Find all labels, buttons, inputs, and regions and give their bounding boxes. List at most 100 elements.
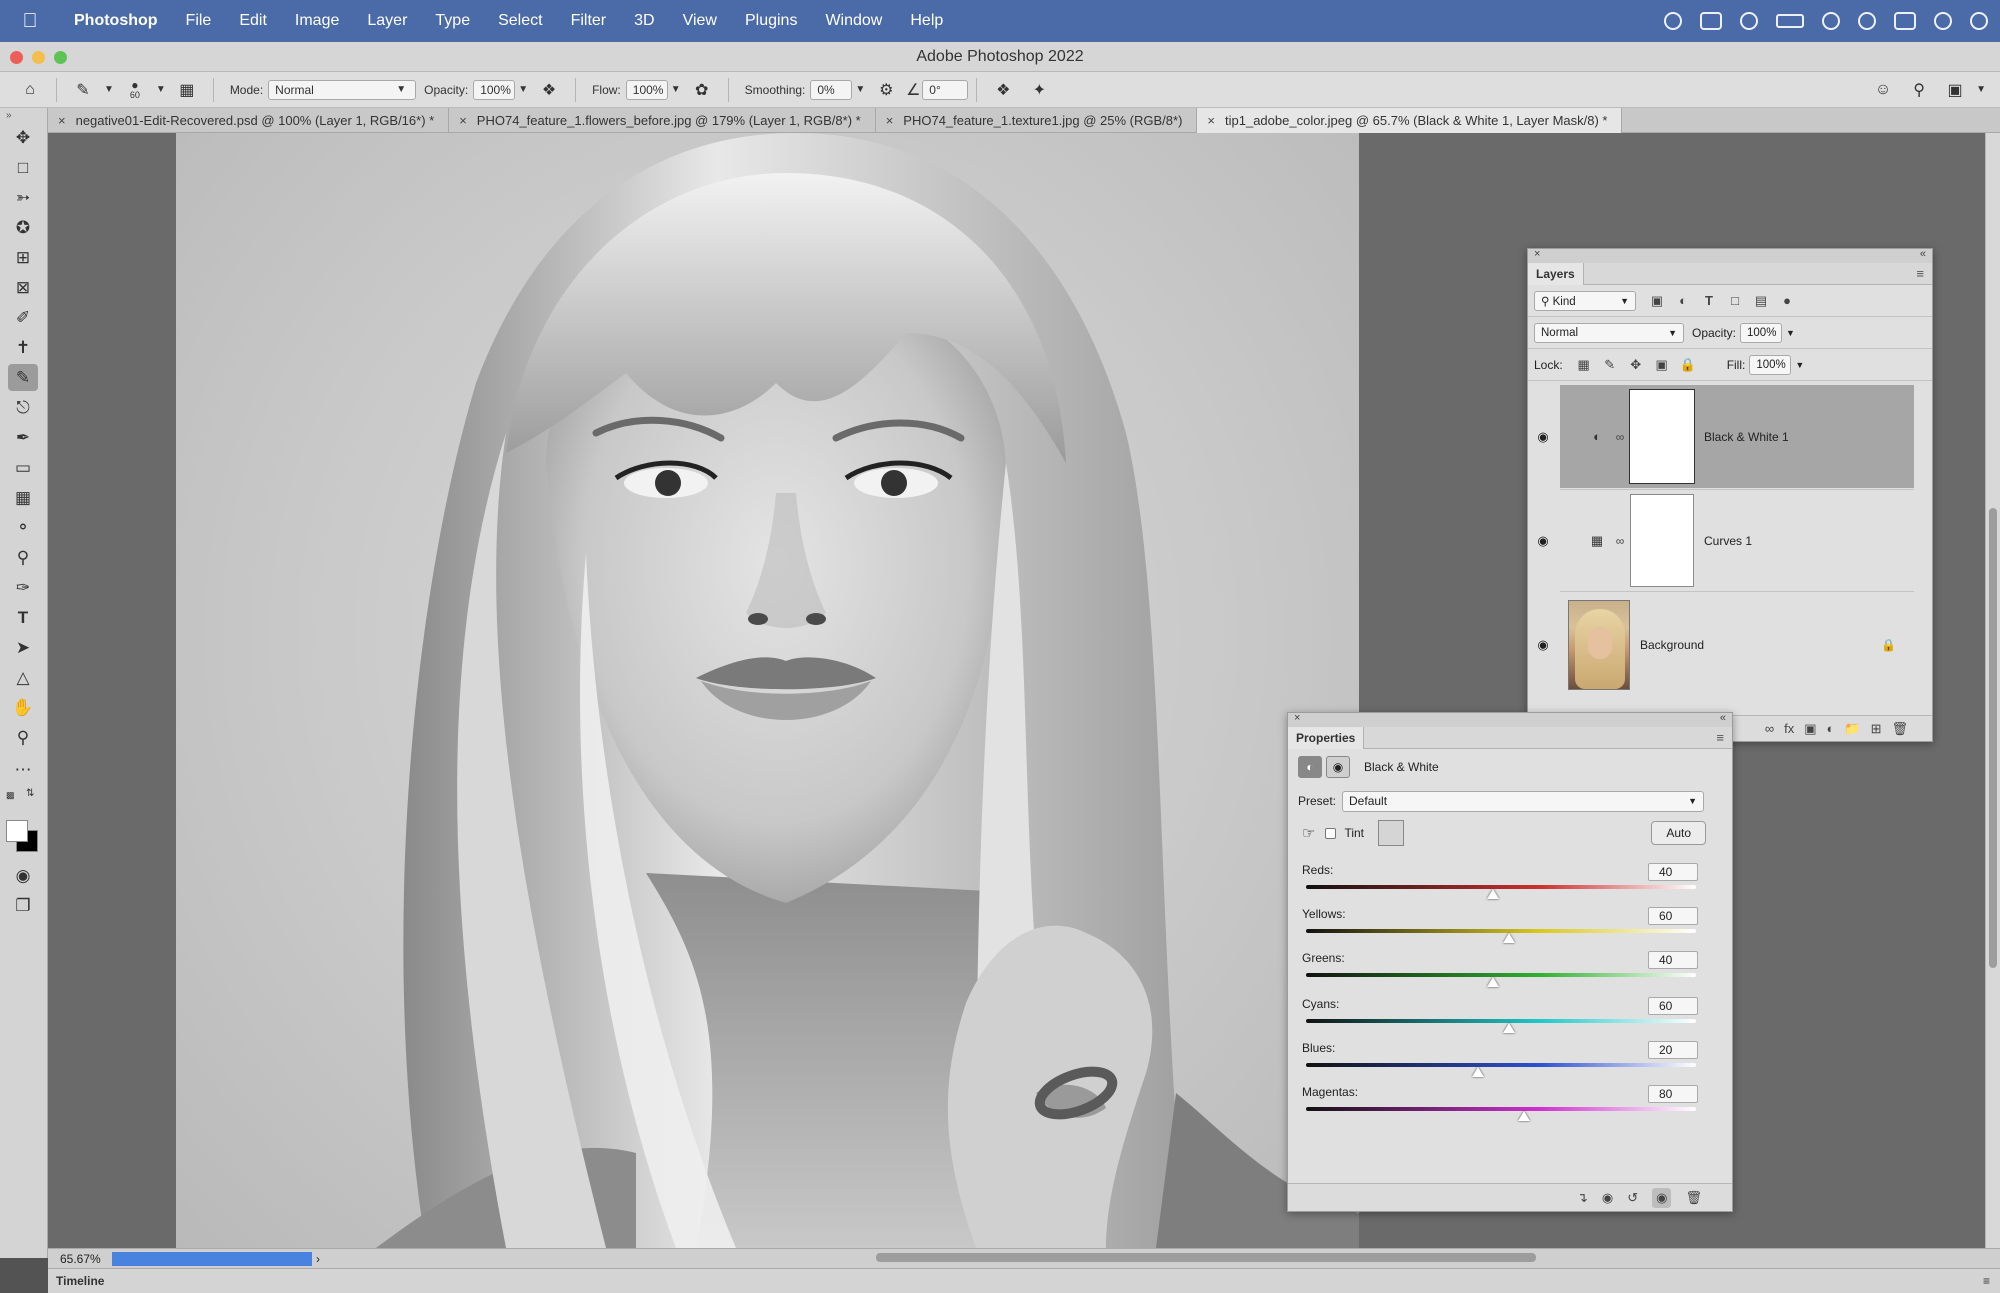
zoom-tool-icon[interactable]: ⚲ <box>8 724 38 751</box>
visibility-eye-icon[interactable]: ◉ <box>1652 1187 1672 1208</box>
slider-value-input[interactable]: 60 <box>1648 907 1698 925</box>
crop-tool-icon[interactable]: ⊞ <box>8 244 38 271</box>
chevron-down-icon[interactable]: ▼ <box>671 84 681 95</box>
collapse-toolbox-icon[interactable]: » <box>6 110 12 121</box>
clip-to-layer-icon[interactable]: ↴ <box>1577 1190 1588 1206</box>
add-mask-icon[interactable]: ▣ <box>1804 721 1816 737</box>
link-icon[interactable]: ∞ <box>1610 534 1630 548</box>
collapse-icon[interactable]: « <box>1720 712 1726 724</box>
chevron-down-icon[interactable]: ▼ <box>1976 84 1986 95</box>
chevron-down-icon[interactable]: ▼ <box>518 84 528 95</box>
slider-value-input[interactable]: 40 <box>1648 951 1698 969</box>
targeted-adjustment-icon[interactable]: ☞ <box>1302 824 1315 842</box>
reset-icon[interactable]: ↺ <box>1627 1190 1638 1206</box>
eye-icon[interactable]: ◉ <box>1530 429 1556 445</box>
type-tool-icon[interactable]: T <box>8 604 38 631</box>
document-info-bar[interactable] <box>112 1251 312 1266</box>
layer-name[interactable]: Curves 1 <box>1704 534 1752 548</box>
battery-icon[interactable] <box>1776 14 1804 28</box>
chevron-down-icon[interactable]: ▼ <box>156 84 166 95</box>
apple-icon[interactable]:  <box>0 10 60 33</box>
link-icon[interactable]: ∞ <box>1610 430 1630 444</box>
airbrush-icon[interactable]: ✿ <box>690 79 714 101</box>
slider-thumb[interactable] <box>1487 889 1500 899</box>
history-brush-tool-icon[interactable]: ✒ <box>8 424 38 451</box>
new-layer-icon[interactable]: ⊞ <box>1871 721 1882 737</box>
close-window-icon[interactable] <box>10 51 23 64</box>
adjustment-mode-icon[interactable]: ◐ <box>1298 756 1322 778</box>
zoom-window-icon[interactable] <box>54 51 67 64</box>
healing-brush-tool-icon[interactable]: ✝ <box>8 334 38 361</box>
smart-object-filter-icon[interactable]: ▤ <box>1750 290 1772 312</box>
slider-thumb[interactable] <box>1502 933 1515 943</box>
menu-type[interactable]: Type <box>421 12 484 30</box>
slider-thumb[interactable] <box>1502 1023 1515 1033</box>
menu-image[interactable]: Image <box>281 12 353 30</box>
trash-icon[interactable]: 🗑 <box>1685 1190 1702 1206</box>
dodge-tool-icon[interactable]: ⚲ <box>8 544 38 571</box>
close-icon[interactable]: × <box>886 113 894 128</box>
lock-artboard-icon[interactable]: ▣ <box>1651 354 1673 376</box>
default-colors-icon[interactable]: ▩ <box>6 790 15 801</box>
menu-edit[interactable]: Edit <box>225 12 281 30</box>
adjustment-filter-icon[interactable]: ◐ <box>1672 290 1694 312</box>
eye-icon[interactable]: ◉ <box>1530 533 1556 549</box>
pixel-filter-icon[interactable]: ▣ <box>1646 290 1668 312</box>
layer-thumbnail[interactable] <box>1568 599 1630 690</box>
document-canvas[interactable] <box>176 133 1359 1248</box>
panel-menu-icon[interactable]: ≡ <box>1716 730 1724 745</box>
tab-document[interactable]: × PHO74_feature_1.flowers_before.jpg @ 17… <box>449 108 876 133</box>
pressure-size-icon[interactable]: ❖ <box>991 79 1015 101</box>
clone-stamp-tool-icon[interactable]: ⎋ <box>8 394 38 421</box>
new-adjustment-icon[interactable]: ◐ <box>1827 721 1835 736</box>
timeline-panel[interactable]: Timeline ≡ <box>48 1268 2000 1293</box>
chevron-down-icon[interactable]: ▼ <box>1795 360 1804 370</box>
share-icon[interactable]: ☺ <box>1871 79 1895 101</box>
horizontal-scrollbar-thumb[interactable] <box>876 1253 1536 1262</box>
eraser-tool-icon[interactable]: ▭ <box>8 454 38 481</box>
layer-name[interactable]: Background <box>1640 638 1704 652</box>
close-icon[interactable]: × <box>58 113 66 128</box>
flow-input[interactable]: 100% <box>625 79 668 100</box>
auto-button[interactable]: Auto <box>1651 821 1706 845</box>
frame-tool-icon[interactable]: ⊠ <box>8 274 38 301</box>
menu-3d[interactable]: 3D <box>620 12 668 30</box>
gear-icon[interactable]: ⚙ <box>874 79 898 101</box>
brush-preset-picker[interactable]: ● 60 <box>123 79 147 101</box>
eye-icon[interactable]: ◉ <box>1530 637 1556 653</box>
menu-file[interactable]: File <box>172 12 226 30</box>
marquee-tool-icon[interactable]: □ <box>8 154 38 181</box>
slider-thumb[interactable] <box>1518 1111 1531 1121</box>
zoom-level[interactable]: 65.67% <box>48 1252 112 1266</box>
move-tool-icon[interactable]: ✥ <box>8 124 38 151</box>
slider-track[interactable] <box>1306 1019 1696 1023</box>
view-previous-icon[interactable]: ◉ <box>1602 1190 1613 1206</box>
menu-plugins[interactable]: Plugins <box>731 12 811 30</box>
tint-color-swatch[interactable] <box>1378 820 1405 846</box>
layer-opacity-input[interactable]: 100% <box>1740 322 1783 343</box>
close-icon[interactable]: × <box>1294 712 1300 724</box>
layer-mask-thumbnail[interactable] <box>1630 494 1694 587</box>
minimize-window-icon[interactable] <box>32 51 45 64</box>
close-icon[interactable]: × <box>1534 248 1540 260</box>
slider-value-input[interactable]: 60 <box>1648 997 1698 1015</box>
slider-track[interactable] <box>1306 885 1696 889</box>
slider-track[interactable] <box>1306 1107 1696 1111</box>
swap-colors-icon[interactable]: ⇅ <box>26 788 34 799</box>
tab-document[interactable]: × negative01-Edit-Recovered.psd @ 100% (L… <box>48 108 450 133</box>
vertical-scrollbar[interactable] <box>1985 133 2000 1248</box>
hand-tool-icon[interactable]: ✋ <box>8 694 38 721</box>
pressure-opacity-icon[interactable]: ❖ <box>537 79 561 101</box>
slider-track[interactable] <box>1306 1063 1696 1067</box>
tint-checkbox[interactable] <box>1325 827 1337 839</box>
eyedropper-tool-icon[interactable]: ✐ <box>8 304 38 331</box>
opacity-input[interactable]: 100% <box>473 79 516 100</box>
trash-icon[interactable]: 🗑 <box>1891 721 1908 737</box>
lock-pixels-icon[interactable]: ✎ <box>1599 354 1621 376</box>
chevron-down-icon[interactable]: ▼ <box>1786 328 1795 338</box>
tab-document-active[interactable]: × tip1_adobe_color.jpeg @ 65.7% (Black & … <box>1197 108 1623 133</box>
control-center-icon[interactable] <box>1894 12 1916 30</box>
tab-properties[interactable]: Properties <box>1288 727 1365 749</box>
slider-value-input[interactable]: 40 <box>1648 863 1698 881</box>
smoothing-input[interactable]: 0% <box>810 79 853 100</box>
